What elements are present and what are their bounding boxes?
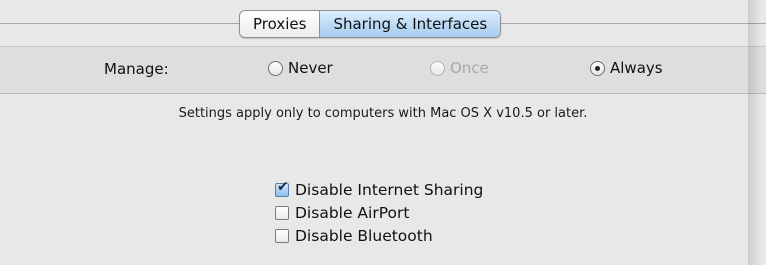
radio-once-label: Once — [450, 59, 489, 77]
radio-never-icon — [268, 60, 283, 76]
preferences-panel: Proxies Sharing & Interfaces Manage: Nev… — [0, 0, 766, 265]
checkbox-group: Disable Internet Sharing Disable AirPort… — [275, 178, 483, 247]
radio-always-label: Always — [610, 59, 663, 77]
window-edge-shadow — [748, 0, 771, 265]
manage-bar: Manage: Never Once Always — [0, 46, 766, 94]
checkbox-unchecked-icon — [275, 228, 289, 243]
tab-proxies[interactable]: Proxies — [240, 11, 320, 37]
checkbox-label: Disable Internet Sharing — [295, 180, 484, 199]
radio-once-icon — [430, 60, 445, 76]
radio-never[interactable]: Never — [268, 59, 333, 77]
checkbox-disable-internet-sharing[interactable]: Disable Internet Sharing — [275, 178, 483, 201]
manage-label: Manage: — [104, 60, 169, 78]
settings-note: Settings apply only to computers with Ma… — [178, 106, 588, 121]
tab-sharing-interfaces[interactable]: Sharing & Interfaces — [319, 11, 501, 37]
segmented-tabs: Proxies Sharing & Interfaces — [239, 10, 502, 38]
checkbox-checked-icon — [275, 179, 289, 197]
radio-once: Once — [430, 59, 489, 77]
checkbox-unchecked-icon — [275, 205, 289, 220]
checkbox-disable-bluetooth[interactable]: Disable Bluetooth — [275, 224, 483, 247]
radio-never-label: Never — [288, 59, 333, 77]
checkbox-disable-airport[interactable]: Disable AirPort — [275, 201, 483, 224]
checkbox-label: Disable Bluetooth — [295, 226, 433, 245]
radio-always[interactable]: Always — [590, 59, 663, 77]
tab-bar-area: Proxies Sharing & Interfaces — [0, 0, 766, 46]
checkbox-label: Disable AirPort — [295, 203, 410, 222]
radio-always-icon — [590, 60, 605, 76]
